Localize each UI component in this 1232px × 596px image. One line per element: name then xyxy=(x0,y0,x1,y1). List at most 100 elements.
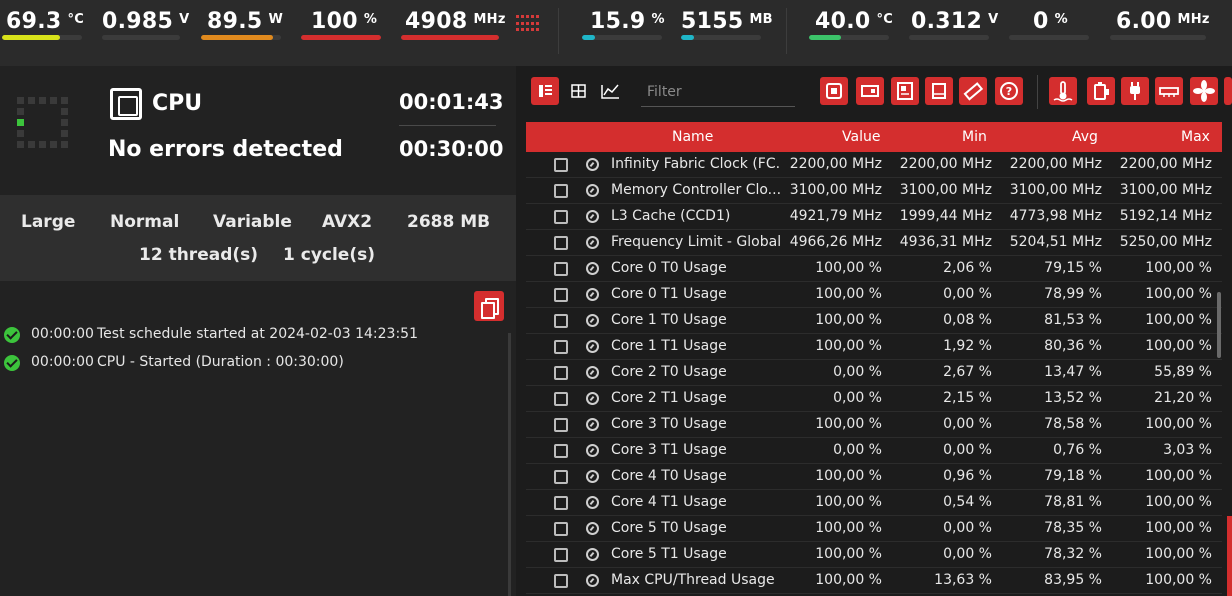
sensor-name: Core 2 T0 Usage xyxy=(611,364,727,380)
sensor-value: 100,00 % xyxy=(815,468,882,484)
sensor-name: Core 0 T0 Usage xyxy=(611,260,727,276)
row-checkbox[interactable] xyxy=(554,184,568,198)
sensor-name: L3 Cache (CCD1) xyxy=(611,208,731,224)
sensor-max: 100,00 % xyxy=(1145,572,1212,588)
row-checkbox[interactable] xyxy=(554,418,568,432)
metric-value: 15.9 xyxy=(590,9,646,34)
column-header-value[interactable]: Value xyxy=(842,129,880,145)
sensor-name: Core 4 T0 Usage xyxy=(611,468,727,484)
test-settings-summary: Large Normal Variable AVX2 2688 MB 12 th… xyxy=(0,195,516,281)
battery-filter-button[interactable] xyxy=(1087,77,1115,105)
setting-cycles: 1 cycle(s) xyxy=(283,245,375,265)
row-checkbox[interactable] xyxy=(554,210,568,224)
setting-size: Large xyxy=(21,212,76,232)
row-checkbox[interactable] xyxy=(554,470,568,484)
row-checkbox[interactable] xyxy=(554,340,568,354)
sensor-min: 2,15 % xyxy=(943,390,992,406)
memory-filter-button[interactable] xyxy=(959,77,987,105)
sensor-value: 4921,79 MHz xyxy=(789,208,882,224)
table-row[interactable]: Core 5 T1 Usage 100,00 % 0,00 % 78,32 % 100,… xyxy=(526,542,1222,568)
metric-bar xyxy=(1110,35,1206,40)
sensor-min: 2200,00 MHz xyxy=(899,156,992,172)
row-checkbox[interactable] xyxy=(554,314,568,328)
row-checkbox[interactable] xyxy=(554,496,568,510)
metric-value: 4908 xyxy=(405,9,468,34)
cpu-filter-button[interactable] xyxy=(820,77,848,105)
power-filter-button[interactable] xyxy=(1121,77,1149,105)
drive-filter-button[interactable] xyxy=(925,77,953,105)
table-row[interactable]: Core 3 T1 Usage 0,00 % 0,00 % 0,76 % 3,03 % xyxy=(526,438,1222,464)
row-checkbox[interactable] xyxy=(554,236,568,250)
filter-box[interactable] xyxy=(641,77,795,107)
table-row[interactable]: Core 2 T0 Usage 0,00 % 2,67 % 13,47 % 55,89 … xyxy=(526,360,1222,386)
sensor-avg: 13,47 % xyxy=(1044,364,1102,380)
sensor-avg: 81,53 % xyxy=(1044,312,1102,328)
sensor-name: Frequency Limit - Global xyxy=(611,234,781,250)
copy-log-button[interactable] xyxy=(474,291,504,321)
table-scroll-thumb[interactable] xyxy=(1217,292,1221,358)
metric-bar xyxy=(401,35,499,40)
sensor-name: Core 0 T1 Usage xyxy=(611,286,727,302)
row-checkbox[interactable] xyxy=(554,288,568,302)
sensor-value: 100,00 % xyxy=(815,520,882,536)
metric-value: 69.3 xyxy=(6,9,62,34)
column-header-name[interactable]: Name xyxy=(672,129,713,145)
drive-icon xyxy=(932,83,946,99)
table-row[interactable]: Frequency Limit - Global 4966,26 MHz 4936,… xyxy=(526,230,1222,256)
row-checkbox[interactable] xyxy=(554,392,568,406)
metric-value: 0 xyxy=(1033,9,1049,34)
temperature-filter-button[interactable] xyxy=(1049,77,1077,105)
more-filter-button[interactable] xyxy=(1224,77,1232,105)
sensor-avg: 78,32 % xyxy=(1044,546,1102,562)
column-header-min[interactable]: Min xyxy=(962,129,987,145)
table-row[interactable]: Core 1 T0 Usage 100,00 % 0,08 % 81,53 % 100,… xyxy=(526,308,1222,334)
table-row[interactable]: Core 4 T0 Usage 100,00 % 0,96 % 79,18 % 100,… xyxy=(526,464,1222,490)
divider xyxy=(1037,75,1038,109)
table-row[interactable]: Core 2 T1 Usage 0,00 % 2,15 % 13,52 % 21,20 … xyxy=(526,386,1222,412)
table-row[interactable]: L3 Cache (CCD1) 4921,79 MHz 1999,44 MHz 477… xyxy=(526,204,1222,230)
column-header-avg[interactable]: Avg xyxy=(1072,129,1098,145)
metric-unit: MHz xyxy=(473,12,506,27)
cpu-chip-icon xyxy=(110,88,142,120)
table-row[interactable]: Infinity Fabric Clock (FC... 2200,00 MHz 2… xyxy=(526,152,1222,178)
metric-bar xyxy=(909,35,989,40)
table-row[interactable]: Core 5 T0 Usage 100,00 % 0,00 % 78,35 % 100,… xyxy=(526,516,1222,542)
row-checkbox[interactable] xyxy=(554,574,568,588)
fan-filter-button[interactable] xyxy=(1190,77,1218,105)
sensor-min: 0,00 % xyxy=(943,416,992,432)
sensor-min: 2,67 % xyxy=(943,364,992,380)
column-header-max[interactable]: Max xyxy=(1181,129,1210,145)
test-status-panel xyxy=(0,66,516,195)
sensor-value: 100,00 % xyxy=(815,312,882,328)
grid-view-button[interactable] xyxy=(564,77,592,105)
table-row[interactable]: Memory Controller Clo... 3100,00 MHz 3100,… xyxy=(526,178,1222,204)
table-row[interactable]: Core 3 T0 Usage 100,00 % 0,00 % 78,58 % 100,… xyxy=(526,412,1222,438)
ram-filter-button[interactable] xyxy=(1155,77,1183,105)
table-row[interactable]: Core 0 T1 Usage 100,00 % 0,00 % 78,99 % 100,… xyxy=(526,282,1222,308)
row-checkbox[interactable] xyxy=(554,548,568,562)
help-button[interactable]: ? xyxy=(995,77,1023,105)
table-row[interactable]: Core 4 T1 Usage 100,00 % 0,54 % 78,81 % 100,… xyxy=(526,490,1222,516)
table-row[interactable]: Core 0 T0 Usage 100,00 % 2,06 % 79,15 % 100,… xyxy=(526,256,1222,282)
row-checkbox[interactable] xyxy=(554,366,568,380)
log-scrollbar[interactable] xyxy=(508,333,511,596)
table-row[interactable]: Max CPU/Thread Usage 100,00 % 13,63 % 83,95… xyxy=(526,568,1222,594)
sensor-max: 100,00 % xyxy=(1145,520,1212,536)
sidebar-view-button[interactable] xyxy=(531,77,559,105)
row-checkbox[interactable] xyxy=(554,262,568,276)
row-checkbox[interactable] xyxy=(554,522,568,536)
check-circle-icon xyxy=(4,327,20,343)
row-checkbox[interactable] xyxy=(554,158,568,172)
sensor-min: 2,06 % xyxy=(943,260,992,276)
filter-input[interactable] xyxy=(641,77,795,106)
table-row[interactable]: Core 1 T1 Usage 100,00 % 1,92 % 80,36 % 100,… xyxy=(526,334,1222,360)
gpu-filter-button[interactable] xyxy=(856,77,884,105)
sensor-name: Core 3 T0 Usage xyxy=(611,416,727,432)
motherboard-filter-button[interactable] xyxy=(891,77,919,105)
chart-view-button[interactable] xyxy=(596,77,624,105)
sensor-value: 4966,26 MHz xyxy=(789,234,882,250)
ram-stick-icon xyxy=(1159,87,1179,97)
sensor-name: Memory Controller Clo... xyxy=(611,182,781,198)
row-checkbox[interactable] xyxy=(554,444,568,458)
sensor-max: 100,00 % xyxy=(1145,494,1212,510)
